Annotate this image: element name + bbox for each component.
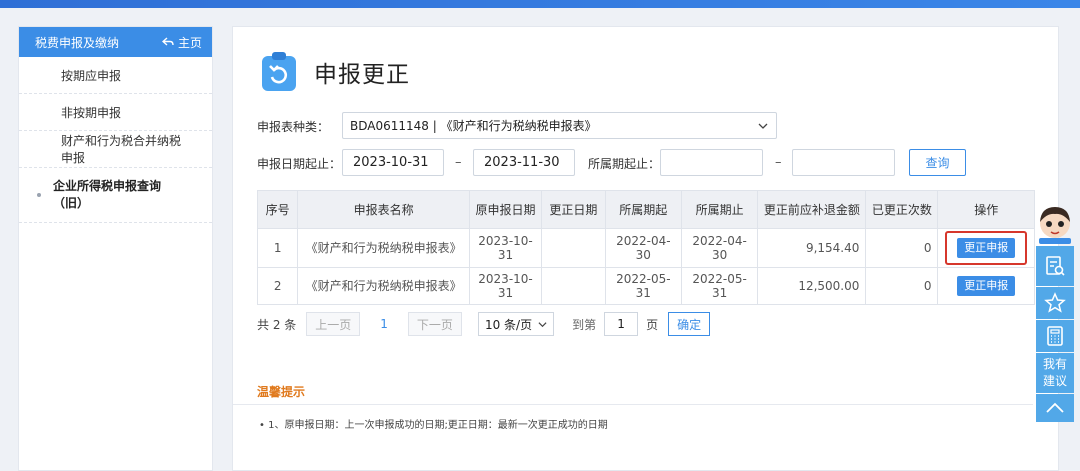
sidebar-item-label: 非按期申报 [61, 105, 122, 120]
date-start-input[interactable]: 2023-10-31 [342, 149, 444, 176]
date-label: 申报日期起止： [257, 157, 342, 171]
query-button[interactable]: 查询 [909, 149, 966, 176]
form-search-icon [1046, 256, 1065, 276]
favorite-float-button[interactable] [1036, 287, 1074, 319]
page-size-select[interactable]: 10 条/页 [477, 312, 555, 336]
goto-label: 到第 [572, 317, 597, 332]
page-header: 申报更正 [260, 51, 410, 93]
cell-period-start: 2022-05-31 [604, 267, 682, 305]
sidebar: 税费申报及缴纳 主页 申报税（费）清册按期应申报非按期申报财产和行为税合并纳税申… [18, 26, 213, 471]
tips-divider [233, 404, 1033, 405]
sidebar-item-label: 财产和行为税合并纳税申报 [61, 134, 182, 165]
column-header-8: 操作 [937, 190, 1035, 229]
correct-report-button[interactable]: 更正申报 [957, 238, 1016, 258]
cell-action: 更正申报 [937, 267, 1035, 305]
goto-page-input[interactable]: 1 [604, 312, 639, 336]
report-type-select[interactable]: BDA0611148 | 《财产和行为税纳税申报表》 [342, 112, 777, 139]
column-header-3: 更正日期 [541, 190, 606, 229]
pagination: 共 2 条 上一页 1 下一页 10 条/页 到第 1 页 确定 [257, 312, 711, 336]
cell-period-start: 2022-04-30 [604, 228, 682, 268]
tips-title: 温馨提示 [257, 385, 306, 399]
period-label: 所属期起止： [588, 157, 661, 171]
next-page-button[interactable]: 下一页 [407, 312, 462, 336]
goto-confirm-button[interactable]: 确定 [668, 312, 711, 336]
back-to-top-button[interactable] [1036, 394, 1074, 422]
column-header-2: 原申报日期 [468, 190, 543, 229]
sidebar-item-3[interactable]: 财产和行为税合并纳税申报 [19, 131, 212, 168]
sidebar-header: 税费申报及缴纳 主页 [19, 27, 212, 57]
sidebar-title: 税费申报及缴纳 [35, 35, 120, 50]
back-arrow-icon [161, 37, 174, 46]
table-row: 1 《财产和行为税纳税申报表》 2023-10-31 2022-04-30 2022-0… [256, 228, 1035, 268]
feedback-float-button[interactable]: 我有建议 [1036, 353, 1074, 393]
column-header-0: 序号 [256, 190, 299, 229]
sidebar-item-2[interactable]: 非按期申报 [19, 94, 212, 131]
date-dash: – [455, 155, 462, 170]
column-header-4: 所属期起 [604, 190, 682, 229]
period-dash: – [775, 155, 782, 170]
prev-page-button[interactable]: 上一页 [306, 312, 361, 336]
column-header-7: 已更正次数 [865, 190, 939, 229]
total-count: 共 2 条 [257, 317, 297, 332]
chevron-down-icon [538, 321, 547, 327]
cell-count: 0 [865, 228, 939, 268]
cell-amount: 9,154.40 [757, 228, 867, 268]
sidebar-item-label: 按期应申报 [61, 68, 122, 83]
cell-period-end: 2022-05-31 [680, 267, 759, 305]
bullet-dot [37, 193, 41, 197]
page-title: 申报更正 [314, 62, 410, 88]
star-icon [1044, 292, 1066, 313]
page-unit: 页 [646, 317, 659, 332]
report-type-value: BDA0611148 | 《财产和行为税纳税申报表》 [350, 119, 597, 133]
period-start-input[interactable] [660, 149, 763, 176]
highlight-box: 更正申报 [945, 231, 1028, 265]
cell-no: 2 [256, 267, 299, 305]
tips-text: • 1、原申报日期：上一次申报成功的日期;更正日期：最新一次更正成功的日期 [259, 420, 608, 431]
cell-period-end: 2022-04-30 [680, 228, 759, 268]
top-bar [0, 0, 1080, 8]
sidebar-item-1[interactable]: 按期应申报 [19, 57, 212, 94]
cell-name: 《财产和行为税纳税申报表》 [297, 228, 470, 268]
cell-no: 1 [256, 228, 299, 268]
main-panel: 申报更正 申报表种类： BDA0611148 | 《财产和行为税纳税申报表》 申… [232, 26, 1059, 471]
cell-corr-date [541, 267, 606, 305]
cell-action: 更正申报 [937, 228, 1035, 268]
feedback-label: 我有建议 [1042, 357, 1067, 388]
cell-name: 《财产和行为税纳税申报表》 [297, 267, 470, 305]
sidebar-item-label: 企业所得税申报查询（旧） [53, 179, 162, 210]
cell-count: 0 [865, 267, 939, 305]
calculator-float-button[interactable] [1036, 320, 1074, 352]
sidebar-item-4[interactable]: 企业所得税申报查询（旧） [19, 168, 212, 223]
page-number-1[interactable]: 1 [380, 317, 388, 331]
chevron-down-icon [758, 123, 768, 129]
correction-table: 序号 申报表名称 原申报日期 更正日期 所属期起 所属期止 更正前应补退金额 已更正次数 操作 … [256, 190, 1035, 305]
date-end-input[interactable]: 2023-11-30 [473, 149, 575, 176]
column-header-5: 所属期止 [680, 190, 759, 229]
table-row: 2 《财产和行为税纳税申报表》 2023-10-31 2022-05-31 2022-0… [256, 267, 1035, 305]
clipboard-refresh-icon [262, 52, 296, 91]
cell-orig-date: 2023-10-31 [468, 267, 543, 305]
home-link[interactable]: 主页 [161, 34, 202, 51]
cell-orig-date: 2023-10-31 [468, 228, 543, 268]
home-label: 主页 [177, 35, 202, 50]
correct-report-button[interactable]: 更正申报 [957, 276, 1016, 296]
type-label: 申报表种类： [257, 120, 330, 134]
chevron-up-icon [1046, 402, 1064, 413]
assistant-avatar-icon[interactable] [1033, 204, 1077, 244]
calculator-icon [1047, 326, 1063, 346]
cell-amount: 12,500.00 [757, 267, 867, 305]
history-float-button[interactable] [1036, 246, 1074, 286]
column-header-1: 申报表名称 [297, 190, 470, 229]
column-header-6: 更正前应补退金额 [757, 190, 867, 229]
cell-corr-date [541, 228, 606, 268]
period-end-input[interactable] [792, 149, 895, 176]
